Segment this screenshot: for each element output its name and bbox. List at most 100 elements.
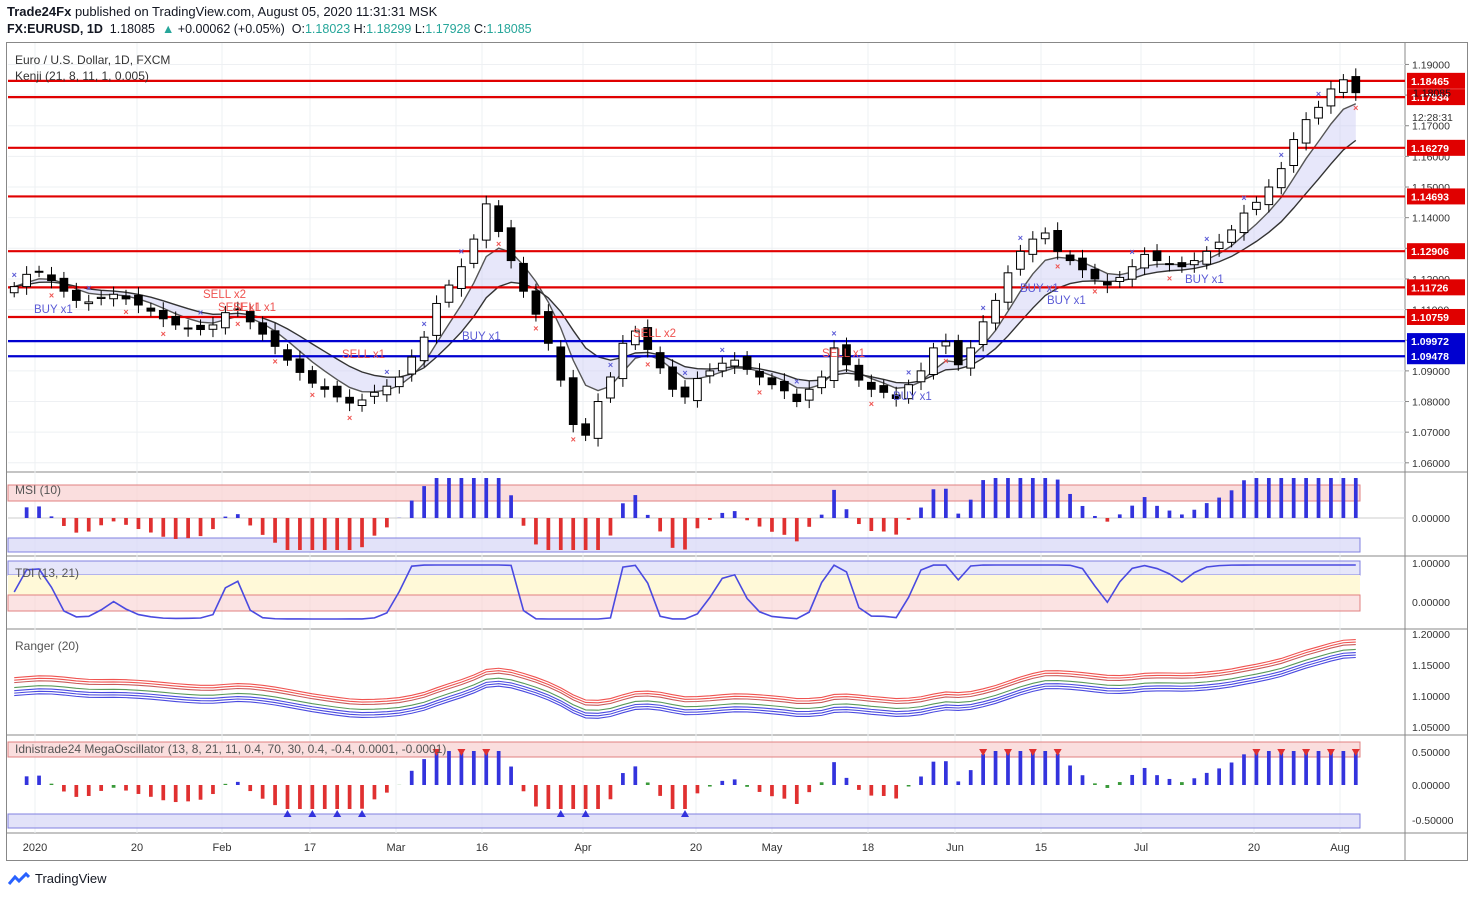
candle-body bbox=[171, 315, 181, 326]
candle-body bbox=[1202, 250, 1212, 265]
level-price-label: 1.10759 bbox=[1411, 312, 1449, 324]
x-tick-label: 18 bbox=[862, 842, 874, 854]
candle-body bbox=[270, 330, 280, 347]
candle-body bbox=[780, 380, 789, 392]
level-price-label: 1.14693 bbox=[1411, 191, 1449, 203]
signal-cross-marker: × bbox=[943, 356, 948, 366]
candle-body bbox=[953, 340, 963, 366]
candle-body bbox=[755, 370, 764, 378]
signal-cross-marker: × bbox=[1167, 274, 1172, 284]
ranger-y-tick-label: 1.05000 bbox=[1412, 722, 1450, 734]
ranger-y-tick-label: 1.10000 bbox=[1412, 691, 1450, 703]
tdi-lower-zone bbox=[7, 594, 1361, 612]
candle-body bbox=[1351, 76, 1361, 94]
candle-body bbox=[158, 310, 168, 320]
candle-body bbox=[1227, 229, 1236, 243]
signal-cross-marker: × bbox=[682, 368, 687, 378]
candle-body bbox=[307, 370, 317, 384]
candle-body bbox=[966, 347, 976, 369]
candle-body bbox=[320, 386, 330, 390]
mega-y-tick-label: 0.00000 bbox=[1412, 780, 1450, 792]
candle-body bbox=[1140, 253, 1149, 269]
candle-body bbox=[134, 294, 143, 306]
candle-body bbox=[332, 385, 342, 398]
candle-body bbox=[1115, 276, 1125, 283]
signal-cross-marker: × bbox=[906, 368, 911, 378]
tradingview-logo-icon bbox=[8, 871, 30, 885]
signal-cross-marker: × bbox=[869, 399, 874, 409]
countdown-label: 12:28:31 bbox=[1412, 112, 1453, 124]
candle-body bbox=[481, 203, 491, 241]
candle-body bbox=[978, 321, 988, 346]
candle-body bbox=[22, 273, 31, 288]
candle-body bbox=[1177, 262, 1187, 268]
x-tick-label: Apr bbox=[574, 842, 591, 854]
candle-body bbox=[357, 399, 367, 407]
candle-body bbox=[9, 286, 19, 294]
candle-body bbox=[506, 227, 516, 262]
candle-body bbox=[1152, 250, 1162, 262]
signal-cross-marker: × bbox=[235, 319, 240, 329]
candle-body bbox=[556, 346, 566, 381]
tdi-mid-zone bbox=[8, 575, 1360, 595]
signal-cross-marker: × bbox=[980, 303, 985, 313]
x-tick-label: May bbox=[762, 842, 783, 854]
tdi-pane-label: TDI (13, 21) bbox=[15, 566, 80, 580]
candle-body bbox=[568, 377, 578, 426]
candle-body bbox=[1053, 230, 1063, 252]
candle-body bbox=[668, 366, 677, 390]
sell-signal-label: SELL x1 bbox=[342, 349, 385, 361]
x-tick-label: 20 bbox=[1248, 842, 1260, 854]
candle-body bbox=[991, 299, 1000, 324]
signal-cross-marker: × bbox=[608, 360, 613, 370]
candle-body bbox=[817, 376, 826, 389]
chart-canvas[interactable]: 2020 20 Feb 17 Mar 16 Apr 20 May 18 Jun 15 Jul 20 Aug1… bbox=[0, 0, 1475, 898]
x-tick-label: Jun bbox=[946, 842, 964, 854]
candle-body bbox=[1289, 139, 1299, 167]
tdi-y-tick-label: 1.00000 bbox=[1412, 558, 1450, 570]
buy-signal-label: BUY x1 bbox=[893, 391, 932, 403]
candle-body bbox=[1003, 272, 1013, 303]
y-tick-label: 1.14000 bbox=[1412, 213, 1450, 225]
candle-body bbox=[1028, 238, 1038, 255]
current-price-label: 1.18085 bbox=[1413, 87, 1451, 99]
candle-body bbox=[804, 388, 814, 401]
candle-body bbox=[146, 307, 156, 312]
signal-cross-marker: × bbox=[12, 270, 17, 280]
candle-body bbox=[370, 391, 379, 397]
buy-signal-label: BUY x1 bbox=[1020, 283, 1059, 295]
candle-body bbox=[680, 386, 690, 398]
tradingview-footer[interactable]: TradingView bbox=[8, 871, 107, 886]
kenji-indicator-label: Kenji (21, 8, 11, 1, 0.005) bbox=[15, 69, 149, 83]
candle-body bbox=[1239, 212, 1249, 234]
candle-body bbox=[494, 205, 504, 232]
candle-body bbox=[531, 290, 541, 315]
sell-signal-label: SELL x2 bbox=[633, 328, 676, 340]
candle-body bbox=[854, 364, 864, 381]
candle-body bbox=[1016, 250, 1025, 270]
x-tick-label: 20 bbox=[131, 842, 143, 854]
candle-body bbox=[1078, 257, 1087, 271]
candle-body bbox=[1301, 119, 1311, 144]
signal-cross-marker: × bbox=[161, 329, 166, 339]
signal-cross-marker: × bbox=[198, 307, 203, 317]
signal-cross-marker: × bbox=[384, 367, 389, 377]
candle-body bbox=[941, 341, 951, 347]
x-tick-label: 17 bbox=[304, 842, 316, 854]
signal-cross-marker: × bbox=[1353, 103, 1358, 113]
signal-cross-marker: × bbox=[422, 319, 427, 329]
y-tick-label: 1.19000 bbox=[1412, 59, 1450, 71]
y-tick-label: 1.09000 bbox=[1412, 366, 1450, 378]
buy-signal-label: BUY x1 bbox=[34, 304, 73, 316]
candle-body bbox=[183, 327, 193, 330]
candle-body bbox=[96, 296, 106, 299]
candle-body bbox=[221, 312, 230, 329]
signal-cross-marker: × bbox=[272, 356, 277, 366]
candle-body bbox=[469, 238, 479, 264]
buy-signal-label: BUY x1 bbox=[462, 331, 501, 343]
candle-body bbox=[1102, 281, 1112, 286]
candle-body bbox=[792, 393, 802, 403]
candle-body bbox=[879, 385, 889, 393]
candle-body bbox=[208, 324, 218, 330]
candle-body bbox=[1264, 186, 1274, 206]
